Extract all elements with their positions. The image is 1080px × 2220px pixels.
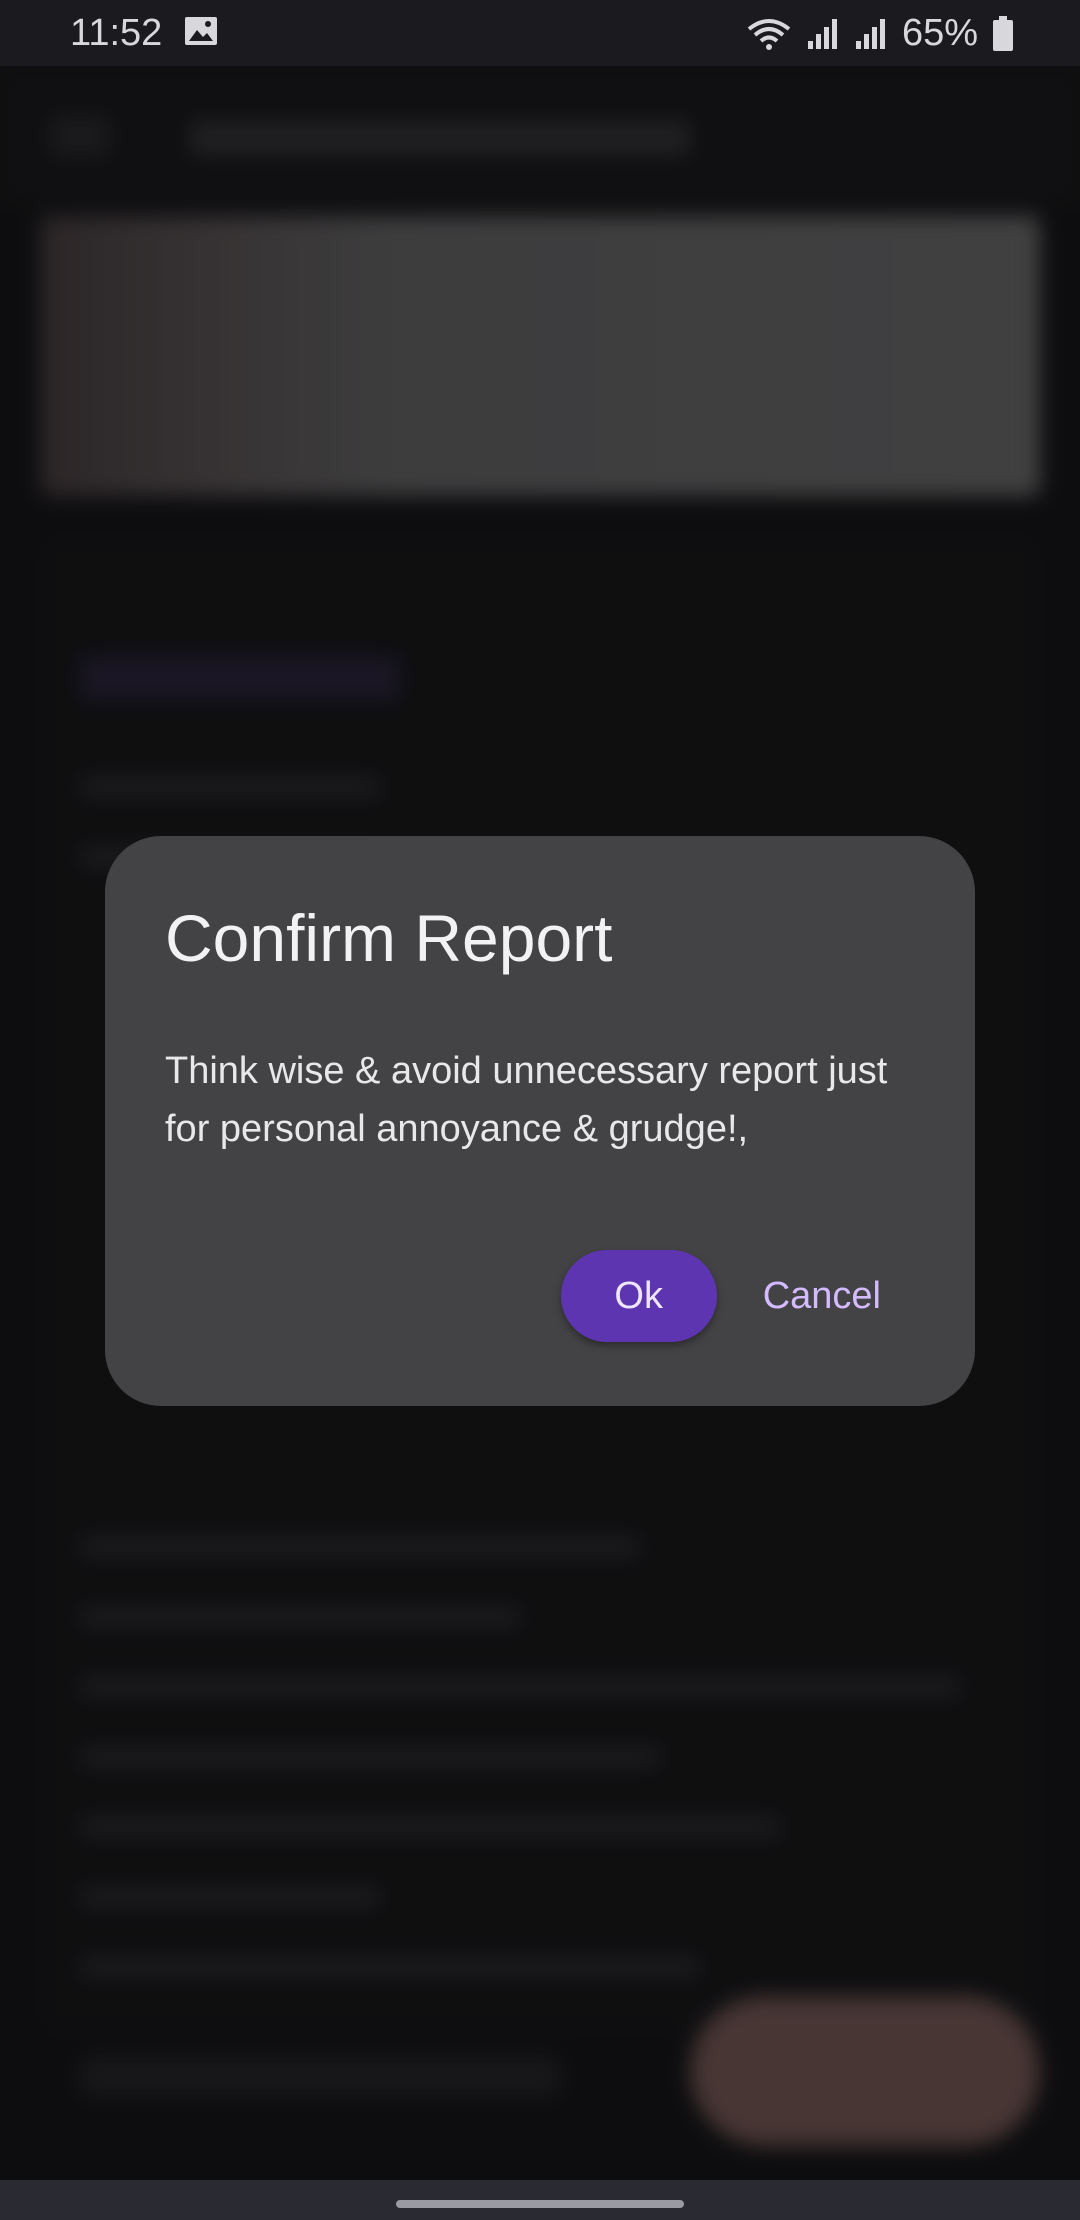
signal-icon [807, 18, 837, 49]
image-icon [185, 17, 217, 45]
wifi-icon [747, 18, 791, 50]
dialog-message: Think wise & avoid unnecessary report ju… [165, 1050, 888, 1150]
signal-icon-2 [855, 18, 885, 49]
cancel-button[interactable]: Cancel [759, 1275, 885, 1318]
screen: 11:52 65% Confirm Report Think wise & av… [0, 0, 1080, 2220]
battery-icon [993, 15, 1013, 51]
dialog-actions: Ok Cancel [560, 1250, 885, 1342]
ok-button[interactable]: Ok [560, 1250, 717, 1342]
status-time: 11:52 [70, 12, 163, 54]
navigation-bar [0, 2180, 1080, 2220]
battery-percent: 65% [901, 12, 978, 54]
status-bar: 11:52 65% [0, 0, 1080, 66]
dialog-title: Confirm Report [165, 901, 613, 975]
confirm-report-dialog: Confirm Report Think wise & avoid unnece… [105, 836, 975, 1406]
home-gesture-handle[interactable] [396, 2200, 684, 2208]
status-right-group: 65% [746, 12, 1014, 55]
